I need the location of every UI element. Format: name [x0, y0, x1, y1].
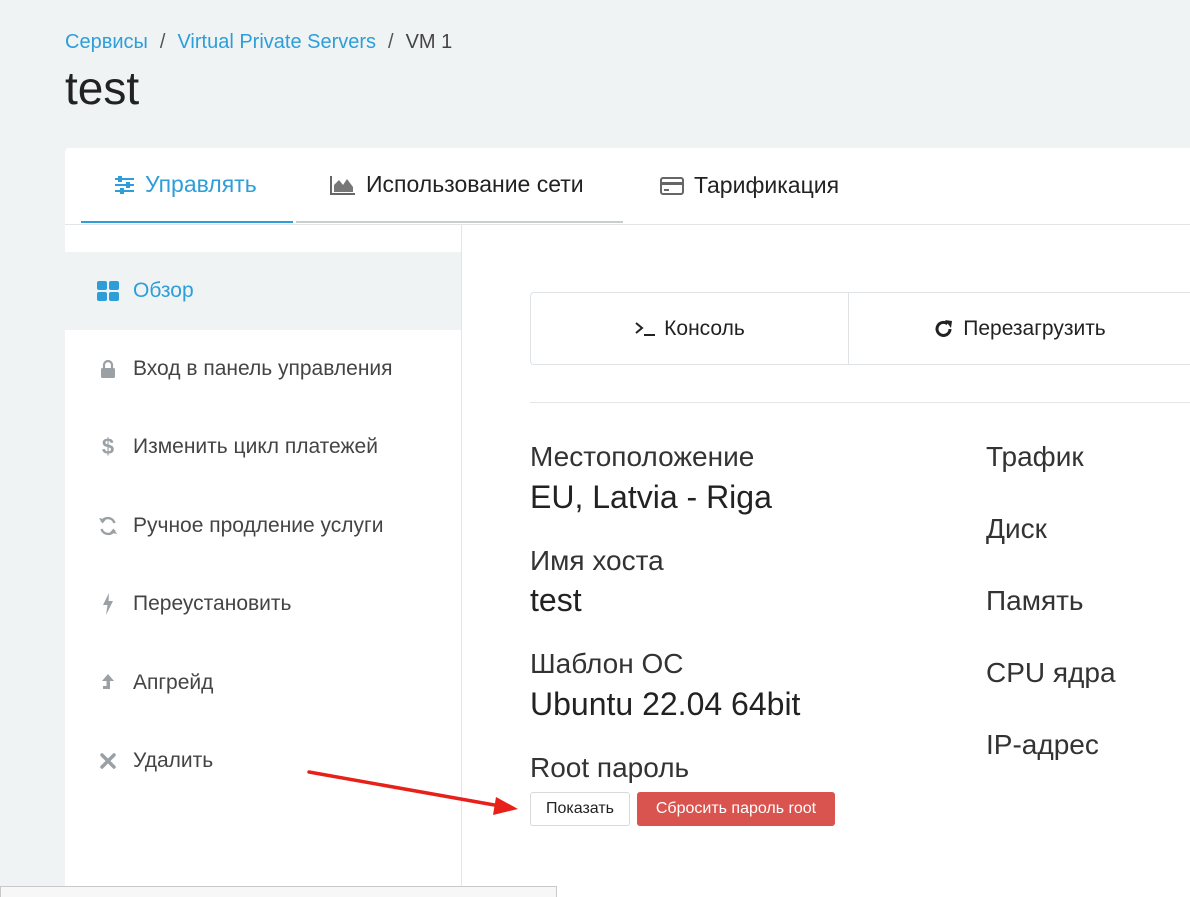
- reboot-label: Перезагрузить: [963, 316, 1106, 340]
- breadcrumb-separator: /: [159, 31, 166, 53]
- credit-card-icon: [660, 176, 684, 195]
- upgrade-arrow-icon: [97, 673, 119, 693]
- lock-icon: [97, 359, 119, 379]
- tab-bar: Управлять Использование сети Тарификация: [65, 148, 1190, 225]
- reboot-button[interactable]: Перезагрузить: [849, 293, 1190, 364]
- sidebar-item-label: Обзор: [133, 279, 194, 302]
- breadcrumb-separator: /: [388, 31, 394, 53]
- sidebar-item-delete[interactable]: Удалить: [65, 722, 461, 800]
- dollar-icon: $: [101, 434, 115, 459]
- ip-address-label: IP-адрес: [986, 729, 1099, 760]
- os-template-value: Ubuntu 22.04 64bit: [530, 686, 801, 722]
- sidebar-item-label: Удалить: [133, 749, 214, 772]
- console-button[interactable]: Консоль: [531, 293, 848, 364]
- refresh-icon: [97, 516, 119, 536]
- sidebar-item-label: Апгрейд: [133, 671, 214, 694]
- breadcrumb-services-link[interactable]: Сервисы: [65, 31, 148, 53]
- sidebar-item-overview[interactable]: Обзор: [65, 252, 461, 330]
- breadcrumb-vps-link[interactable]: Virtual Private Servers: [177, 31, 376, 53]
- disk-label: Диск: [986, 513, 1047, 544]
- sidebar-item-label: Изменить цикл платежей: [133, 435, 378, 458]
- root-password-label: Root пароль: [530, 752, 690, 783]
- breadcrumb-current: VM 1: [405, 31, 453, 53]
- tab-manage-label: Управлять: [145, 171, 257, 197]
- sliders-icon: [114, 175, 135, 194]
- breadcrumb: Сервисы / Virtual Private Servers / VM 1: [65, 31, 452, 54]
- traffic-label: Трафик: [986, 441, 1084, 472]
- browser-status-bar: [0, 886, 557, 897]
- tab-billing-label: Тарификация: [694, 172, 840, 198]
- area-chart-icon: [330, 175, 356, 195]
- memory-label: Память: [986, 585, 1084, 616]
- sidebar-item-label: Вход в панель управления: [133, 357, 393, 380]
- grid-icon: [97, 281, 119, 301]
- tab-billing[interactable]: Тарификация: [660, 148, 880, 223]
- sidebar-item-upgrade[interactable]: Апгрейд: [65, 644, 461, 722]
- hostname-value: test: [530, 582, 582, 618]
- close-icon: [97, 753, 119, 769]
- console-label: Консоль: [664, 316, 745, 340]
- location-label: Местоположение: [530, 441, 755, 472]
- service-card: Управлять Использование сети Тарификация: [65, 148, 1190, 897]
- cpu-cores-label: CPU ядра: [986, 657, 1116, 688]
- hostname-label: Имя хоста: [530, 545, 664, 576]
- os-template-label: Шаблон ОС: [530, 648, 684, 679]
- sidebar-item-control-panel-login[interactable]: Вход в панель управления: [65, 330, 461, 408]
- tab-network-usage-label: Использование сети: [366, 171, 584, 197]
- location-value: EU, Latvia - Riga: [530, 479, 772, 515]
- tab-manage[interactable]: Управлять: [81, 148, 293, 223]
- show-password-button[interactable]: Показать: [530, 792, 630, 826]
- sidebar: Обзор Вход в панель управления $ Изменит…: [65, 225, 462, 897]
- tab-network-usage[interactable]: Использование сети: [296, 148, 623, 223]
- sidebar-item-reinstall[interactable]: Переустановить: [65, 565, 461, 643]
- sidebar-item-manual-renewal[interactable]: Ручное продление услуги: [65, 487, 461, 565]
- sidebar-item-label: Ручное продление услуги: [133, 514, 384, 537]
- terminal-icon: [634, 321, 656, 337]
- section-divider: [530, 402, 1190, 403]
- action-bar: Консоль Перезагрузить: [530, 292, 1190, 365]
- sidebar-item-billing-cycle[interactable]: $ Изменить цикл платежей: [65, 408, 461, 486]
- page-title: test: [65, 62, 140, 114]
- bolt-icon: [97, 593, 119, 615]
- reset-root-password-button[interactable]: Сбросить пароль root: [637, 792, 835, 826]
- sidebar-item-label: Переустановить: [133, 592, 292, 615]
- redo-icon: [934, 319, 954, 339]
